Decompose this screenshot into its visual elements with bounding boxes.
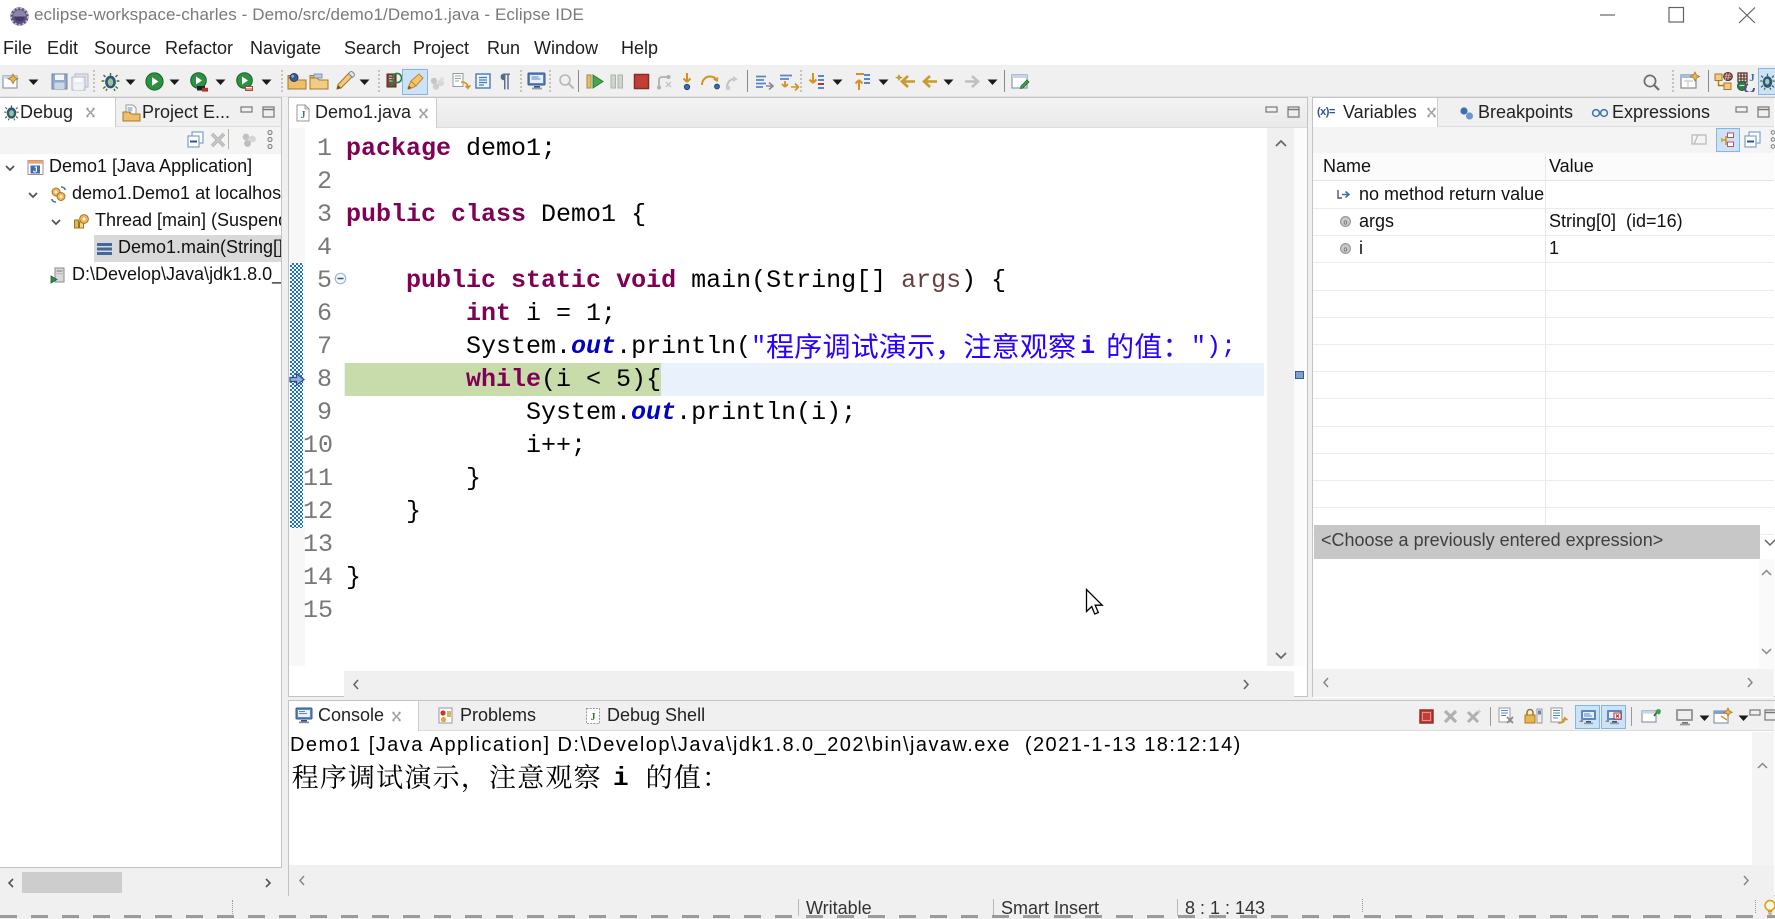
svg-text:o: o (1344, 246, 1348, 253)
svg-text:J: J (591, 712, 596, 723)
svg-text:J: J (33, 164, 38, 174)
svg-text:J: J (301, 110, 306, 121)
svg-text:J: J (1749, 72, 1755, 84)
svg-text:o: o (1344, 219, 1348, 226)
